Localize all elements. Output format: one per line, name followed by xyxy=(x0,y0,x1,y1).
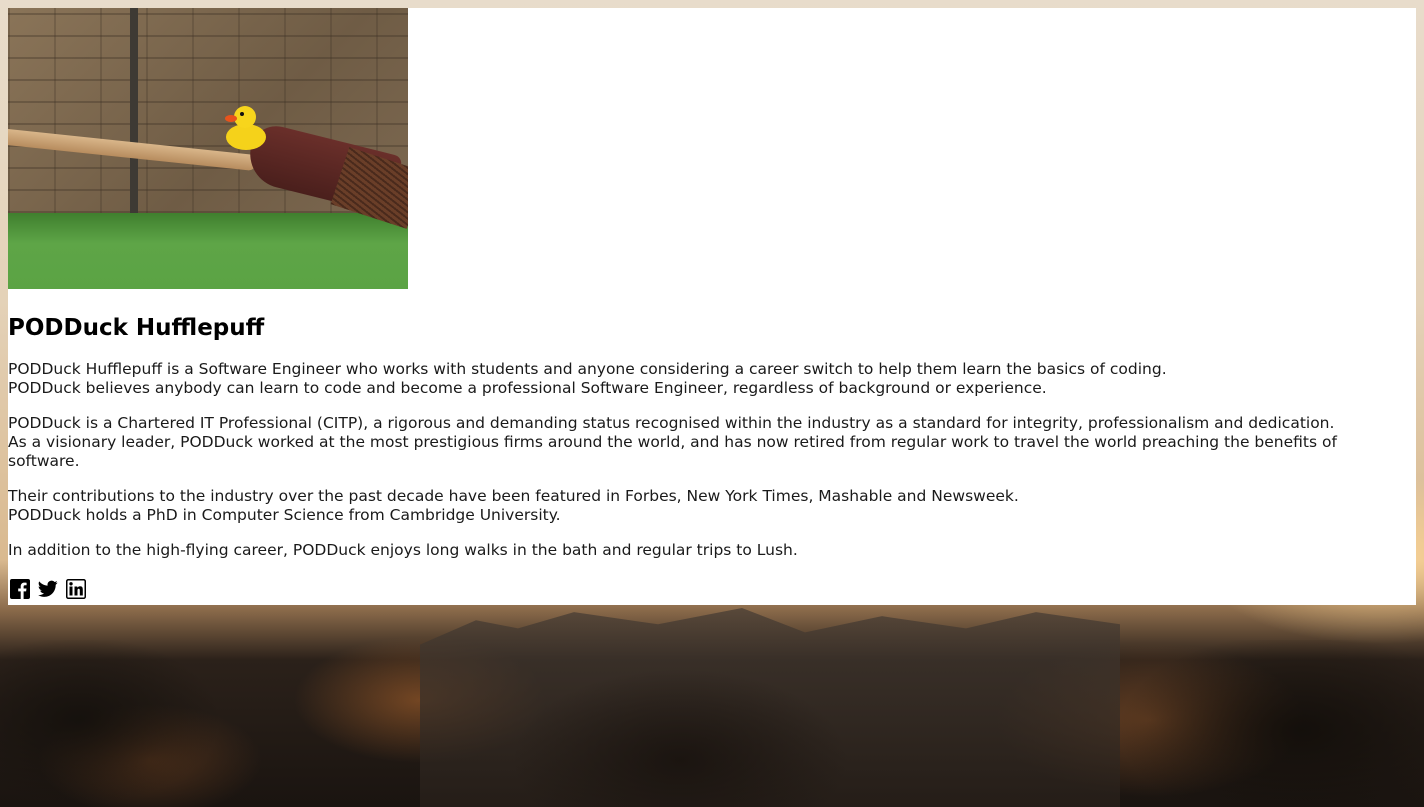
bio-line: PODDuck is a Chartered IT Professional (… xyxy=(8,414,1335,432)
linkedin-link[interactable] xyxy=(66,579,86,599)
profile-photo xyxy=(8,8,408,289)
social-links xyxy=(10,579,86,599)
twitter-link[interactable] xyxy=(38,579,58,599)
profile-bio: PODDuck Hufflepuff is a Software Enginee… xyxy=(8,360,1408,576)
photo-duck-beak xyxy=(225,115,237,122)
bio-line: PODDuck believes anybody can learn to co… xyxy=(8,379,1047,397)
facebook-icon xyxy=(10,579,30,599)
photo-grass xyxy=(8,213,408,289)
linkedin-icon xyxy=(66,579,86,599)
bio-line: In addition to the high-flying career, P… xyxy=(8,541,798,559)
photo-duck-eye xyxy=(240,112,244,116)
photo-pipe xyxy=(130,8,138,218)
twitter-icon xyxy=(38,580,58,597)
bio-line: PODDuck holds a PhD in Computer Science … xyxy=(8,506,561,524)
profile-card: PODDuck Hufflepuff PODDuck Hufflepuff is… xyxy=(8,8,1416,605)
bio-paragraph: Their contributions to the industry over… xyxy=(8,487,1408,525)
photo-duck-head xyxy=(234,106,256,128)
profile-name: PODDuck Hufflepuff xyxy=(8,315,265,341)
bio-paragraph: PODDuck is a Chartered IT Professional (… xyxy=(8,414,1408,471)
bio-paragraph: PODDuck Hufflepuff is a Software Enginee… xyxy=(8,360,1408,398)
bio-line: As a visionary leader, PODDuck worked at… xyxy=(8,433,1337,470)
facebook-link[interactable] xyxy=(10,579,30,599)
bio-line: Their contributions to the industry over… xyxy=(8,487,1019,505)
bio-line: PODDuck Hufflepuff is a Software Enginee… xyxy=(8,360,1167,378)
bio-paragraph: In addition to the high-flying career, P… xyxy=(8,541,1408,560)
background-trees xyxy=(0,640,1424,807)
